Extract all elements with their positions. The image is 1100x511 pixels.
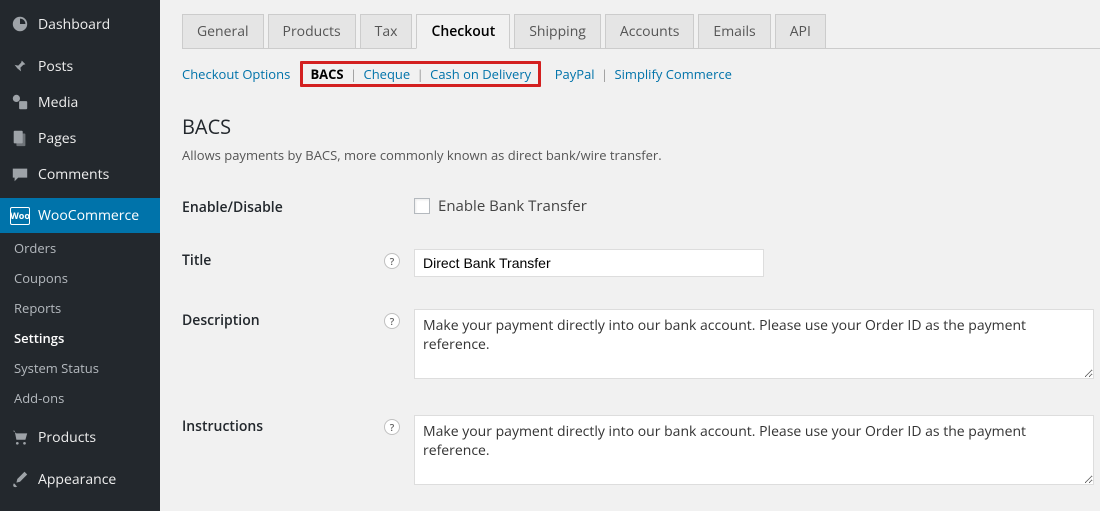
tab-shipping[interactable]: Shipping [514,14,601,48]
row-instructions: Instructions ? [182,405,1100,511]
comments-icon [10,164,30,184]
subnav-bacs[interactable]: BACS [310,65,343,83]
sidebar-item-media[interactable]: Media [0,84,160,120]
sidebar-item-label: Pages [38,129,76,148]
help-icon[interactable]: ? [384,419,400,435]
enable-checkbox-label[interactable]: Enable Bank Transfer [414,196,1100,216]
dashboard-icon [10,14,30,34]
sidebar-item-label: Appearance [38,470,116,489]
instructions-textarea[interactable] [414,415,1094,485]
tab-checkout[interactable]: Checkout [416,14,510,49]
enable-disable-label: Enable/Disable [182,198,283,217]
cart-icon [10,427,30,447]
subnav-cheque[interactable]: Cheque [364,65,411,83]
highlight-box: BACS | Cheque | Cash on Delivery [300,61,541,87]
admin-sidebar: Dashboard Posts Media Pages Comments [0,0,160,511]
media-icon [10,92,30,112]
pages-icon [10,128,30,148]
help-icon[interactable]: ? [384,253,400,269]
description-label: Description [182,311,260,330]
sidebar-item-label: Dashboard [38,15,110,34]
sidebar-sub-add-ons[interactable]: Add-ons [0,383,160,413]
sidebar-item-label: Comments [38,165,109,184]
sidebar-item-dashboard[interactable]: Dashboard [0,6,160,42]
sidebar-item-pages[interactable]: Pages [0,120,160,156]
sidebar-sub-settings[interactable]: Settings [0,323,160,353]
sidebar-item-label: Posts [38,57,73,76]
tab-emails[interactable]: Emails [698,14,770,48]
enable-checkbox-text: Enable Bank Transfer [438,196,587,216]
sidebar-item-label: Products [38,428,96,447]
tab-accounts[interactable]: Accounts [605,14,695,48]
sidebar-item-products[interactable]: Products [0,419,160,455]
tab-api[interactable]: API [775,14,826,48]
row-description: Description ? [182,299,1100,405]
pin-icon [10,56,30,76]
sidebar-item-appearance[interactable]: Appearance [0,461,160,497]
subnav-checkout-options[interactable]: Checkout Options [182,65,290,83]
tab-general[interactable]: General [182,14,264,48]
woo-icon: Woo [10,207,30,225]
subnav-paypal[interactable]: PayPal [555,65,595,83]
page-description: Allows payments by BACS, more commonly k… [182,146,1100,164]
subnav-cash-on-delivery[interactable]: Cash on Delivery [430,65,531,83]
sidebar-sub-system-status[interactable]: System Status [0,353,160,383]
row-enable-disable: Enable/Disable Enable Bank Transfer [182,186,1100,239]
sidebar-sub-orders[interactable]: Orders [0,233,160,263]
title-label: Title [182,251,211,270]
instructions-label: Instructions [182,417,263,436]
sidebar-sub-reports[interactable]: Reports [0,293,160,323]
subnav-simplify-commerce[interactable]: Simplify Commerce [615,65,732,83]
sidebar-item-woocommerce[interactable]: Woo WooCommerce [0,198,160,233]
sidebar-item-comments[interactable]: Comments [0,156,160,192]
page-heading: BACS [182,113,1100,140]
tab-tax[interactable]: Tax [360,14,413,48]
title-input[interactable] [414,249,764,277]
main-content: General Products Tax Checkout Shipping A… [160,0,1100,511]
sidebar-sub-coupons[interactable]: Coupons [0,263,160,293]
sidebar-item-posts[interactable]: Posts [0,48,160,84]
checkout-subnav: Checkout Options BACS | Cheque | Cash on… [182,49,1100,95]
brush-icon [10,469,30,489]
enable-checkbox[interactable] [414,198,430,214]
sidebar-item-label: WooCommerce [38,206,139,225]
settings-tabs: General Products Tax Checkout Shipping A… [182,14,1100,49]
description-textarea[interactable] [414,309,1094,379]
tab-products[interactable]: Products [268,14,356,48]
sidebar-item-label: Media [38,93,78,112]
help-icon[interactable]: ? [384,313,400,329]
row-title: Title ? [182,239,1100,299]
